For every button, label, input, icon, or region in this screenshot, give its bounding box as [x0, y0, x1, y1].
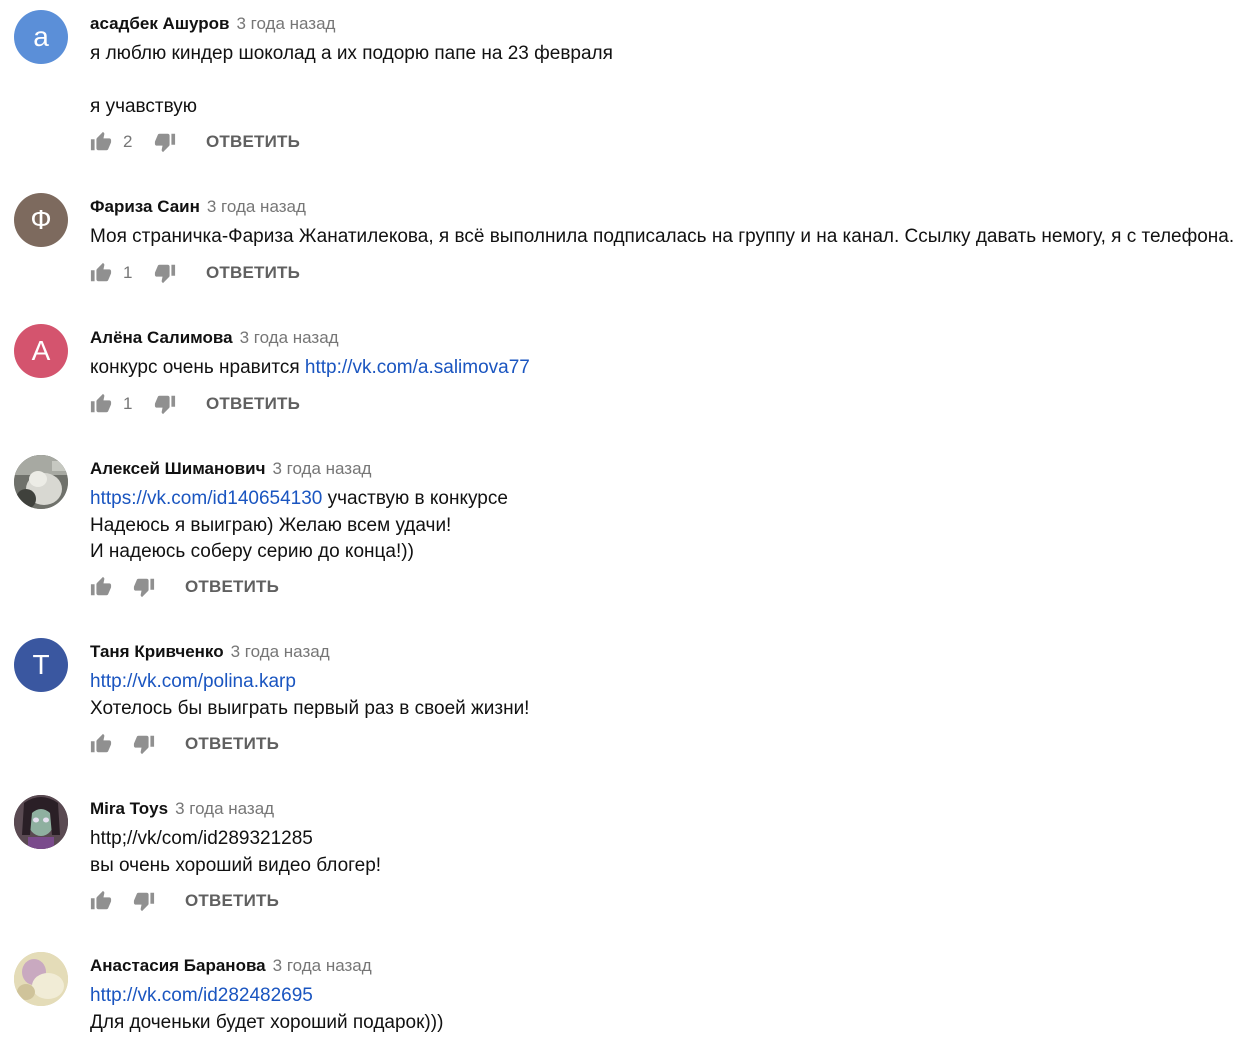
reply-button[interactable]: ОТВЕТИТЬ: [185, 891, 279, 911]
comment-line: вы очень хороший видео блогер!: [90, 854, 382, 876]
avatar[interactable]: А: [14, 324, 68, 378]
comment-text-segment: конкурс очень нравится: [90, 357, 305, 378]
thumb-down-icon[interactable]: [154, 131, 176, 153]
comment-line: http://vk.com/polina.karp: [90, 669, 529, 696]
comment-line: Хотелось бы выиграть первый раз в своей …: [90, 697, 530, 719]
comment-line: Моя страничка-Фариза Жанатилекова, я всё…: [90, 226, 1235, 247]
comment-line: https://vk.com/id140654130 участвую в ко…: [90, 486, 508, 513]
comment-actions: ОТВЕТИТЬ: [90, 889, 279, 913]
comment-link[interactable]: http://vk.com/polina.karp: [90, 671, 296, 692]
comment-line: конкурс очень нравится http://vk.com/a.s…: [90, 355, 530, 382]
comment-actions: 2 ОТВЕТИТЬ: [90, 130, 300, 154]
avatar-letter: Ф: [30, 204, 52, 235]
avatar-letter: Т: [32, 649, 50, 680]
comment-link[interactable]: https://vk.com/id140654130: [90, 488, 322, 509]
avatar[interactable]: а: [14, 10, 68, 64]
comment-author[interactable]: Mira Toys: [90, 799, 168, 818]
avatar[interactable]: [14, 455, 68, 509]
comment-text: конкурс очень нравится http://vk.com/a.s…: [90, 355, 530, 382]
comment-text: я люблю киндер шоколад а их подорю папе …: [90, 41, 613, 121]
like-count: 1: [123, 263, 133, 282]
comment-author[interactable]: асадбек Ашуров: [90, 14, 229, 33]
reply-button[interactable]: ОТВЕТИТЬ: [206, 394, 300, 414]
comment-time[interactable]: 3 года назад: [272, 459, 371, 478]
like-count: 1: [123, 394, 133, 413]
avatar[interactable]: Т: [14, 638, 68, 692]
photo-avatar-doll: [14, 795, 68, 849]
avatar-letter: А: [31, 335, 51, 366]
comment-line: http://vk.com/id282482695: [90, 983, 443, 1010]
thumb-up-icon[interactable]: [90, 262, 112, 284]
thumb-down-icon[interactable]: [133, 890, 155, 912]
comment-actions: 1 ОТВЕТИТЬ: [90, 392, 300, 416]
comment-line: я люблю киндер шоколад а их подорю папе …: [90, 43, 613, 64]
thumb-down-icon[interactable]: [154, 262, 176, 284]
comment-text-segment: участвую в конкурсе: [322, 488, 508, 509]
comment-time[interactable]: 3 года назад: [273, 956, 372, 975]
comment-actions: 1 ОТВЕТИТЬ: [90, 261, 300, 285]
comment-text: http://vk.com/id282482695 Для доченьки б…: [90, 983, 443, 1036]
thumb-up-icon[interactable]: [90, 393, 112, 415]
thumb-up-icon[interactable]: [90, 131, 112, 153]
avatar[interactable]: [14, 952, 68, 1006]
comment-actions: ОТВЕТИТЬ: [90, 575, 279, 599]
like-count: 2: [123, 132, 133, 151]
comment-actions: ОТВЕТИТЬ: [90, 732, 279, 756]
comment-line: http;//vk/com/id289321285: [90, 828, 313, 849]
thumb-up-icon[interactable]: [90, 576, 112, 598]
comment-text: https://vk.com/id140654130 участвую в ко…: [90, 486, 508, 566]
comment-line: Для доченьки будет хороший подарок))): [90, 1011, 444, 1033]
comment-line: И надеюсь соберу серию до конца!)): [90, 541, 414, 562]
comment-time[interactable]: 3 года назад: [240, 328, 339, 347]
thumb-down-icon[interactable]: [133, 733, 155, 755]
comment-line: Надеюсь я выиграю) Желаю всем удачи!: [90, 514, 452, 536]
thumb-down-icon[interactable]: [154, 393, 176, 415]
comment-line: я учавствую: [90, 96, 198, 117]
comment-author[interactable]: Таня Кривченко: [90, 642, 224, 661]
reply-button[interactable]: ОТВЕТИТЬ: [185, 734, 279, 754]
thumb-up-icon[interactable]: [90, 733, 112, 755]
comment-text: http;//vk/com/id289321285 вы очень хорош…: [90, 826, 381, 879]
thumb-down-icon[interactable]: [133, 576, 155, 598]
photo-avatar-cat: [14, 455, 68, 509]
comment-time[interactable]: 3 года назад: [207, 197, 306, 216]
comment-author[interactable]: Алексей Шиманович: [90, 459, 265, 478]
reply-button[interactable]: ОТВЕТИТЬ: [185, 577, 279, 597]
comment-text: Моя страничка-Фариза Жанатилекова, я всё…: [90, 224, 1234, 251]
comment-link[interactable]: http://vk.com/id282482695: [90, 985, 313, 1006]
reply-button[interactable]: ОТВЕТИТЬ: [206, 132, 300, 152]
comment-author[interactable]: Алёна Салимова: [90, 328, 233, 347]
avatar-letter: а: [33, 21, 49, 52]
comment-text: http://vk.com/polina.karp Хотелось бы вы…: [90, 669, 529, 722]
comment-time[interactable]: 3 года назад: [231, 642, 330, 661]
comment-time[interactable]: 3 года назад: [175, 799, 274, 818]
avatar[interactable]: Ф: [14, 193, 68, 247]
comment-line: [90, 68, 613, 95]
reply-button[interactable]: ОТВЕТИТЬ: [206, 263, 300, 283]
photo-avatar-toy: [14, 952, 68, 1006]
comment-author[interactable]: Фариза Саин: [90, 197, 200, 216]
comment-link[interactable]: http://vk.com/a.salimova77: [305, 357, 530, 378]
comment-author[interactable]: Анастасия Баранова: [90, 956, 266, 975]
avatar[interactable]: [14, 795, 68, 849]
thumb-up-icon[interactable]: [90, 890, 112, 912]
comment-time[interactable]: 3 года назад: [236, 14, 335, 33]
